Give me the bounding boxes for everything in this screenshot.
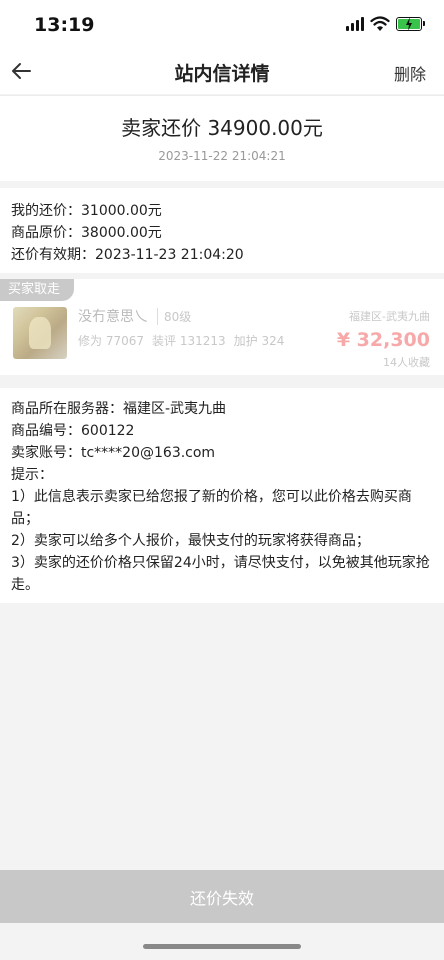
product-thumbnail (13, 307, 67, 359)
product-price: ¥ 32,300 (336, 329, 430, 351)
home-indicator[interactable] (143, 944, 301, 949)
nav-bar: 站内信详情 删除 (0, 52, 444, 94)
status-icons (346, 16, 425, 32)
tip-2: 2）卖家可以给多个人报价，最快支付的玩家将获得商品； (11, 533, 370, 549)
seller-account-text: 卖家账号：tc****20@163.com (11, 445, 216, 461)
page-title: 站内信详情 (174, 63, 270, 85)
status-time: 13:19 (34, 14, 95, 36)
price-details: 我的还价：31000.00元 商品原价：38000.00元 还价有效期：2023… (0, 188, 444, 273)
my-offer-text: 我的还价：31000.00元 (11, 203, 162, 219)
signal-icon (346, 17, 364, 31)
wifi-icon (370, 16, 390, 31)
offer-expired-button[interactable]: 还价失效 (0, 870, 444, 923)
stat-protection: 加护 324 (233, 334, 285, 348)
product-favorites: 14人收藏 (383, 356, 430, 369)
delete-button[interactable]: 删除 (394, 61, 426, 85)
product-card[interactable]: 买家取走 没冇意思乀 80级 修为 77067 装评 131213 加护 324… (0, 279, 444, 375)
info-section: 商品所在服务器：福建区-武夷九曲 商品编号：600122 卖家账号：tc****… (0, 388, 444, 603)
server-text: 商品所在服务器：福建区-武夷九曲 (11, 401, 227, 417)
offer-header: 卖家还价 34900.00元 2023-11-22 21:04:21 (0, 95, 444, 181)
product-level: 80级 (157, 308, 191, 325)
status-badge: 买家取走 (0, 279, 74, 301)
product-server: 福建区-武夷九曲 (349, 310, 430, 323)
original-price-text: 商品原价：38000.00元 (11, 225, 162, 241)
status-bar: 13:19 (0, 0, 444, 52)
tip-3: 3）卖家的还价价格只保留24小时，请尽快支付，以免被其他玩家抢走。 (11, 555, 430, 593)
offer-title: 卖家还价 34900.00元 (121, 116, 323, 140)
tips-label: 提示： (11, 467, 53, 483)
stat-equip-score: 装评 131213 (152, 334, 226, 348)
item-number-text: 商品编号：600122 (11, 423, 135, 439)
valid-until-text: 还价有效期：2023-11-23 21:04:20 (11, 247, 244, 263)
stat-cultivation: 修为 77067 (78, 334, 144, 348)
offer-timestamp: 2023-11-22 21:04:21 (158, 149, 286, 163)
product-name: 没冇意思乀 (78, 309, 148, 325)
battery-icon (396, 17, 425, 31)
product-stats: 修为 77067 装评 131213 加护 324 (78, 332, 284, 349)
tip-1: 1）此信息表示卖家已给您报了新的价格，您可以此价格去购买商品； (11, 489, 412, 527)
